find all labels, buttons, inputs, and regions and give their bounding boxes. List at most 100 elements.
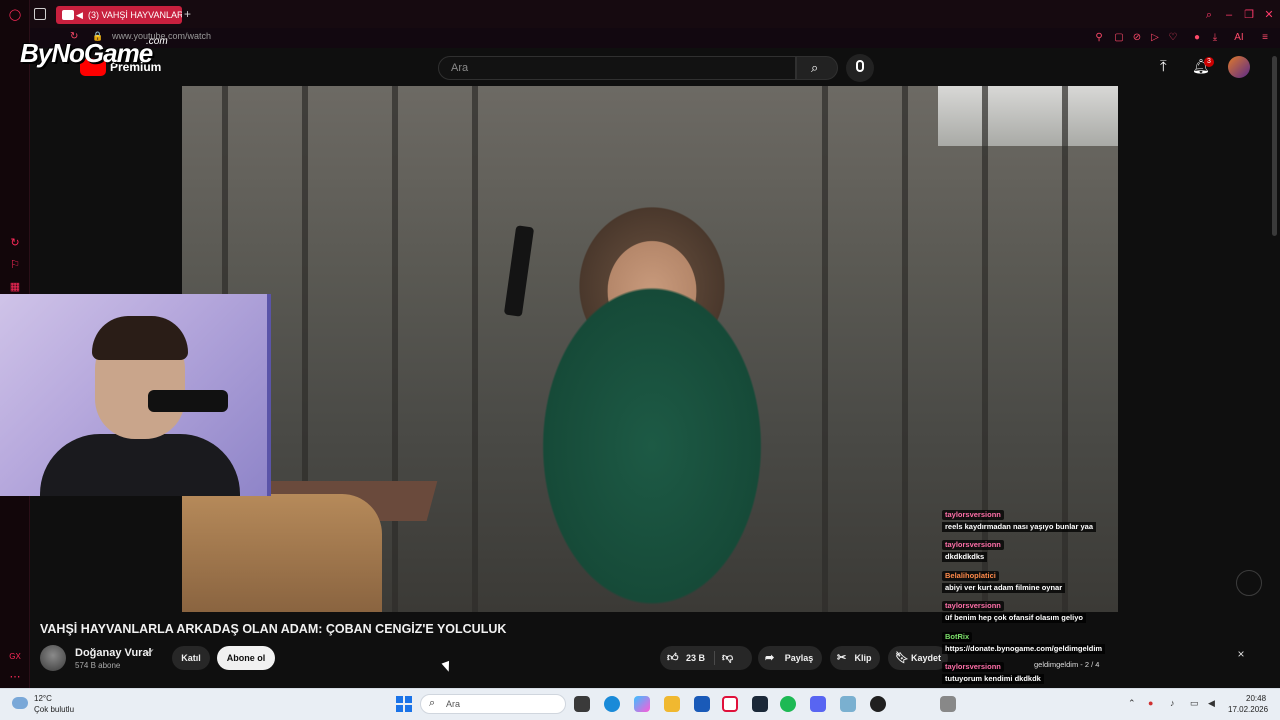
tab-title: (3) VAHŞİ HAYVANLAR	[88, 10, 182, 20]
clip-button[interactable]: ✂ Klip	[830, 646, 880, 670]
clock-time[interactable]: 20:48	[1246, 694, 1266, 703]
start-pane	[396, 705, 403, 712]
address-bar: ↻ 🔒 www.youtube.com/watch ⚲ ▢ ⊘ ▷ ♡ ● ⤓ …	[30, 28, 1280, 48]
video-popout-icon[interactable]: ▷	[1148, 31, 1162, 45]
heart-icon[interactable]: ♡	[1166, 31, 1180, 45]
bookmark-icon: 🔖︎	[895, 652, 909, 664]
mic-icon	[856, 60, 864, 72]
channel-name[interactable]: Doğanay Vural	[75, 647, 152, 659]
more-icon[interactable]: ⋯	[8, 670, 22, 684]
chat-username: taylorsversionn	[942, 540, 1004, 550]
close-window-icon[interactable]: ✕	[1262, 8, 1276, 22]
chat-text: dkdkdkdks	[942, 552, 988, 562]
clip-label: Klip	[854, 653, 872, 663]
opera-gx-logo-icon[interactable]: ◯	[8, 8, 22, 22]
streamer-body	[40, 434, 240, 496]
taskbar-search[interactable]: ⌕	[420, 694, 566, 714]
tab-strip	[30, 0, 1280, 28]
weather-description[interactable]: Çok bulutlu	[34, 705, 74, 714]
ai-icon[interactable]: AI	[1228, 31, 1250, 45]
search-input[interactable]	[439, 57, 795, 79]
folder-icon[interactable]	[664, 696, 680, 712]
edge-icon[interactable]	[604, 696, 620, 712]
share-label: Paylaş	[784, 653, 814, 663]
webcam-frame-edge	[267, 294, 271, 496]
chat-message: taylorsversionn dkdkdkdks	[942, 540, 1118, 562]
close-icon[interactable]: ×	[1234, 647, 1248, 661]
upload-icon[interactable]: ⤒	[1160, 58, 1167, 75]
video-title: VAHŞİ HAYVANLARLA ARKADAŞ OLAN ADAM: ÇOB…	[40, 622, 507, 636]
clock-date[interactable]: 17.02.2026	[1228, 705, 1268, 714]
copilot-icon[interactable]	[634, 696, 650, 712]
search-tabs-icon[interactable]: ⌕	[1202, 8, 1216, 22]
chat-text: reels kaydırmadan nası yaşıyo bunlar yaa	[942, 522, 1096, 532]
chat-text: üf benim hep çok ofansif olasım geliyo	[942, 613, 1086, 623]
scrollbar-thumb[interactable]	[1272, 56, 1277, 236]
streamer-microphone	[148, 390, 228, 412]
streamer-hair	[92, 316, 188, 360]
voice-search-button[interactable]	[846, 54, 874, 82]
profile-icon[interactable]: ●	[1190, 31, 1204, 45]
store-icon[interactable]	[694, 696, 710, 712]
thumbs-up-icon[interactable]: 👍︎	[667, 646, 679, 670]
microphone-tray-icon[interactable]: ♪	[1170, 698, 1175, 708]
like-count[interactable]: 23 B	[686, 646, 705, 670]
snapshot-icon[interactable]: ▢	[1112, 31, 1126, 45]
settings-icon[interactable]	[840, 696, 856, 712]
channel-avatar[interactable]	[40, 645, 66, 671]
tab-youtube[interactable]: ◀ (3) VAHŞİ HAYVANLAR	[56, 6, 182, 24]
chat-message: taylorsversionn üf benim hep çok ofansif…	[942, 601, 1118, 623]
verified-badge-icon: ✔	[147, 647, 155, 657]
search-box[interactable]	[438, 56, 796, 80]
gx-cleaner-icon[interactable]: ⚐	[8, 258, 22, 272]
subscribe-button[interactable]: Abone ol	[217, 646, 275, 670]
app-icon[interactable]	[940, 696, 956, 712]
speaker-icon[interactable]: ◀	[76, 6, 83, 24]
spotify-icon[interactable]	[780, 696, 796, 712]
windows-start-icon[interactable]	[396, 696, 412, 712]
chat-username: taylorsversionn	[942, 601, 1004, 611]
notification-badge: 3	[1204, 57, 1214, 67]
chat-text: https://donate.bynogame.com/geldimgeldim	[942, 644, 1106, 654]
tray-app-icon[interactable]: ●	[1148, 698, 1153, 708]
user-avatar[interactable]	[1228, 56, 1250, 78]
steam-icon[interactable]	[752, 696, 768, 712]
tree-trunk	[472, 86, 478, 612]
new-tab-button[interactable]: +	[184, 7, 196, 21]
volume-icon[interactable]: ◀	[1208, 698, 1215, 709]
minimize-icon[interactable]: –	[1222, 8, 1236, 22]
chat-username: taylorsversionn	[942, 510, 1004, 520]
twitch-icon[interactable]: ▦	[8, 280, 22, 294]
adblock-icon[interactable]: ⊘	[1130, 31, 1144, 45]
obs-icon[interactable]	[870, 696, 886, 712]
file-explorer-icon[interactable]	[574, 696, 590, 712]
join-button[interactable]: Katıl	[172, 646, 210, 670]
save-button[interactable]: 🔖︎ Kaydet	[888, 646, 948, 670]
gx-control-icon[interactable]: ↻	[8, 236, 22, 250]
search-icon: ⌕	[811, 60, 819, 75]
weather-temperature[interactable]: 12°C	[34, 694, 52, 703]
subscriber-count: 574 B abone	[75, 661, 121, 670]
restore-icon[interactable]: ❐	[1242, 8, 1256, 22]
network-icon[interactable]: ▭	[1190, 698, 1199, 709]
chat-username: BotRix	[942, 632, 973, 642]
chat-counter: geldimgeldim - 2 / 4	[1034, 660, 1100, 669]
youtube-favicon-icon	[62, 10, 74, 20]
discord-icon[interactable]	[810, 696, 826, 712]
mouse-cursor-icon	[441, 660, 453, 674]
camera-gimbal	[503, 225, 535, 317]
gx-icon[interactable]: GX	[8, 650, 22, 664]
streamer-webcam	[0, 294, 271, 496]
download-icon[interactable]: ⤓	[1208, 31, 1222, 45]
thumbs-down-icon[interactable]: 👎︎	[722, 646, 733, 670]
cloud-icon[interactable]	[12, 697, 28, 709]
share-button[interactable]: ➦ Paylaş	[758, 646, 822, 670]
menu-icon[interactable]: ≡	[1258, 31, 1272, 45]
tree-trunk	[822, 86, 828, 612]
opera-gx-taskbar-icon[interactable]	[722, 696, 738, 712]
tab-island-icon[interactable]	[34, 8, 46, 20]
tray-chevron-icon[interactable]: ⌃	[1128, 698, 1136, 709]
search-button[interactable]: ⌕	[796, 56, 838, 80]
video-sky	[938, 86, 1118, 146]
pin-icon[interactable]: ⚲	[1092, 31, 1106, 45]
